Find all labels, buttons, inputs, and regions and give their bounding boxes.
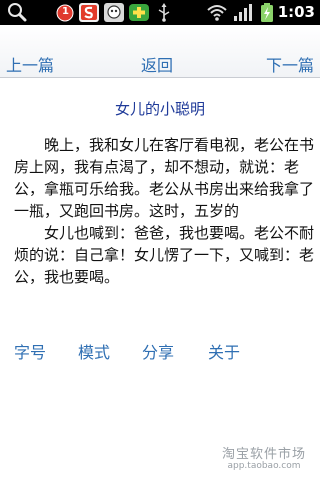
- reader-menu: 字号 模式 分享 关于: [0, 339, 320, 363]
- battery-charging-icon: [261, 3, 273, 22]
- usb-icon: [158, 3, 170, 22]
- prev-article-button[interactable]: 上一篇: [6, 52, 54, 76]
- wifi-icon: [207, 5, 227, 21]
- signal-icon: [234, 4, 252, 21]
- search-icon[interactable]: [6, 2, 28, 23]
- status-bar: 1 1:03: [0, 0, 320, 25]
- back-button[interactable]: 返回: [141, 52, 173, 76]
- robot-app-icon: [104, 3, 124, 22]
- next-article-button[interactable]: 下一篇: [266, 52, 314, 76]
- watermark-url: app.taobao.com: [227, 461, 301, 471]
- font-size-button[interactable]: 字号: [14, 339, 46, 363]
- notification-count: 1: [62, 6, 69, 17]
- article-body: 晚上，我和女儿在客厅看电视，老公在书房上网，我有点渴了，却不想动，就说：老公，拿…: [14, 134, 314, 288]
- share-button[interactable]: 分享: [142, 339, 174, 363]
- sohu-app-icon: [79, 3, 99, 22]
- plus-app-icon: [129, 4, 149, 21]
- article-paragraph: 晚上，我和女儿在客厅看电视，老公在书房上网，我有点渴了，却不想动，就说：老公，拿…: [14, 136, 315, 220]
- article-title: 女儿的小聪明: [114, 100, 205, 118]
- mode-button[interactable]: 模式: [78, 339, 110, 363]
- status-time: 1:03: [277, 3, 315, 21]
- about-button[interactable]: 关于: [208, 339, 240, 363]
- watermark: 淘宝软件市场 app.taobao.com: [222, 443, 306, 471]
- article-paragraph: 女儿也喊到：爸爸，我也要喝。老公不耐烦的说：自己拿！女儿愣了一下，又喊到：老公，…: [14, 224, 315, 286]
- watermark-name: 淘宝软件市场: [221, 447, 306, 462]
- nav-bar: 上一篇 返回 下一篇: [0, 25, 320, 78]
